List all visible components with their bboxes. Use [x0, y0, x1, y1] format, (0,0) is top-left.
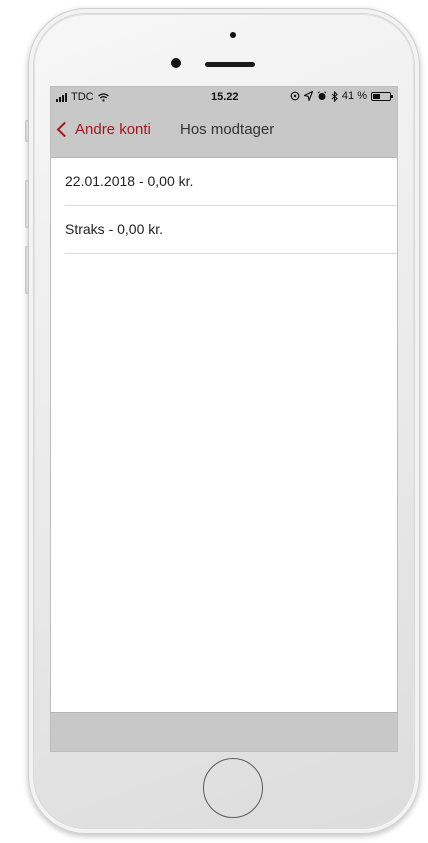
list: 22.01.2018 - 0,00 kr. Straks - 0,00 kr.	[51, 158, 397, 254]
front-camera	[171, 58, 181, 68]
screen: Andre konti Hos modtager TDC 15.22 41 % …	[50, 86, 398, 752]
back-button[interactable]: Andre konti	[55, 121, 151, 138]
volume-down-button	[25, 246, 29, 294]
bluetooth-icon	[331, 90, 338, 102]
alarm-icon	[317, 91, 327, 100]
battery-icon	[371, 91, 393, 101]
battery-level	[373, 93, 380, 99]
divider	[65, 253, 397, 254]
signal-icon	[56, 92, 67, 102]
list-item[interactable]: Straks - 0,00 kr.	[51, 206, 397, 254]
earpiece-speaker	[205, 62, 255, 67]
chevron-left-icon	[56, 121, 73, 138]
proximity-sensor	[230, 32, 236, 38]
status-left: TDC	[56, 91, 109, 103]
status-time: 15.22	[211, 91, 239, 103]
location-lock-icon	[290, 91, 300, 101]
back-button-label: Andre konti	[75, 121, 151, 138]
list-item-label: 22.01.2018 - 0,00 kr.	[65, 173, 194, 189]
page: Andre konti Hos modtager TDC 15.22 41 % …	[0, 0, 428, 843]
carrier-label: TDC	[71, 91, 94, 103]
page-title: Hos modtager	[180, 121, 275, 138]
list-item[interactable]: 22.01.2018 - 0,00 kr.	[51, 158, 397, 206]
list-item-label: Straks - 0,00 kr.	[65, 221, 164, 237]
battery-percent: 41 %	[341, 90, 367, 102]
wifi-icon	[97, 92, 109, 101]
status-bar: TDC 15.22 41 %	[51, 87, 397, 119]
home-button[interactable]	[203, 758, 263, 818]
mute-switch	[25, 120, 29, 142]
status-right: 41 %	[290, 90, 393, 102]
bottom-toolbar	[51, 712, 397, 751]
volume-up-button	[25, 180, 29, 228]
location-icon	[303, 91, 313, 101]
